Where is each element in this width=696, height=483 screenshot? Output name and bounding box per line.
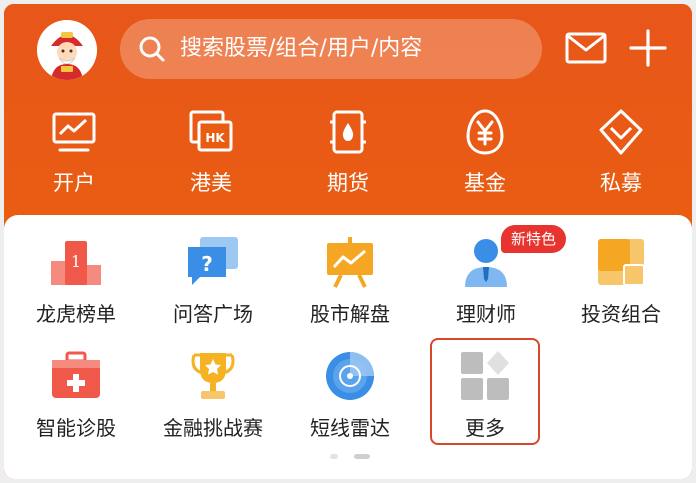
quick-item-kaihu[interactable]: 开户 <box>19 104 129 204</box>
quick-item-label: 港美 <box>190 171 232 195</box>
app-frame: 搜索股票/组合/用户/内容 开户 HK 港美 期货 基金 私募 1 龙虎榜单 ?… <box>4 4 692 479</box>
header: 搜索股票/组合/用户/内容 开户 HK 港美 期货 基金 私募 <box>4 4 692 224</box>
grid-item-label: 金融挑战赛 <box>163 416 263 440</box>
grid-item-label: 理财师 <box>456 302 516 326</box>
portfolio-blocks-icon <box>598 239 645 286</box>
quick-item-label: 期货 <box>327 171 369 195</box>
ranking-podium-icon: 1 <box>51 241 101 285</box>
oil-barrel-icon <box>330 110 366 154</box>
diamond-badge-icon <box>599 109 643 155</box>
page-indicator <box>324 452 374 460</box>
page-dot-active <box>354 454 370 459</box>
quick-item-qihuo[interactable]: 期货 <box>293 104 403 204</box>
presentation-board-icon <box>327 237 373 288</box>
quick-item-simu[interactable]: 私募 <box>566 104 676 204</box>
search-placeholder: 搜索股票/组合/用户/内容 <box>180 36 423 61</box>
svg-text:?: ? <box>201 252 213 276</box>
quick-item-jijin[interactable]: 基金 <box>430 104 540 204</box>
svg-text:HK: HK <box>205 131 225 145</box>
monitor-chart-icon <box>52 112 96 152</box>
fortune-god-avatar-icon <box>37 20 97 80</box>
hk-tag-icon: HK <box>189 110 233 152</box>
grid-item-tiaozhansai[interactable]: 金融挑战赛 <box>146 349 280 459</box>
medical-kit-icon <box>52 351 100 398</box>
grid-item-wenda[interactable]: ? 问答广场 <box>146 235 280 345</box>
avatar[interactable] <box>37 20 97 80</box>
quick-item-label: 私募 <box>600 171 642 195</box>
svg-text:1: 1 <box>71 252 81 271</box>
grid-item-label: 智能诊股 <box>36 416 116 440</box>
grid-item-label: 投资组合 <box>581 302 661 326</box>
trophy-icon <box>191 353 235 399</box>
yuan-egg-icon <box>466 109 504 155</box>
grid-item-licaishi[interactable]: 新特色 理财师 <box>419 225 567 345</box>
question-bubble-icon: ? <box>188 237 238 285</box>
more-highlight-outline <box>430 338 540 445</box>
page-dot-inactive <box>330 454 338 459</box>
grid-item-label: 问答广场 <box>173 302 253 326</box>
grid-item-jiepan[interactable]: 股市解盘 <box>283 235 417 345</box>
plus-icon[interactable] <box>626 26 670 70</box>
quick-item-gangmei[interactable]: HK 港美 <box>156 104 266 204</box>
search-icon <box>139 36 165 62</box>
quick-item-label: 开户 <box>53 171 95 195</box>
grid-item-touzi[interactable]: 投资组合 <box>554 235 688 345</box>
grid-item-label: 短线雷达 <box>310 416 390 440</box>
grid-item-leida[interactable]: 短线雷达 <box>283 349 417 459</box>
grid-item-label: 股市解盘 <box>310 302 390 326</box>
grid-item-label: 龙虎榜单 <box>36 302 116 326</box>
grid-item-zhenggu[interactable]: 智能诊股 <box>9 349 143 459</box>
mail-icon[interactable] <box>564 26 608 70</box>
grid-item-longhu[interactable]: 1 龙虎榜单 <box>9 235 143 345</box>
radar-icon <box>326 352 374 400</box>
feature-grid-panel: 1 龙虎榜单 ? 问答广场 股市解盘 新特色 理财师 投资组合 智能诊股 金融挑… <box>4 215 692 479</box>
quick-item-label: 基金 <box>464 171 506 195</box>
search-bar[interactable]: 搜索股票/组合/用户/内容 <box>120 19 542 79</box>
